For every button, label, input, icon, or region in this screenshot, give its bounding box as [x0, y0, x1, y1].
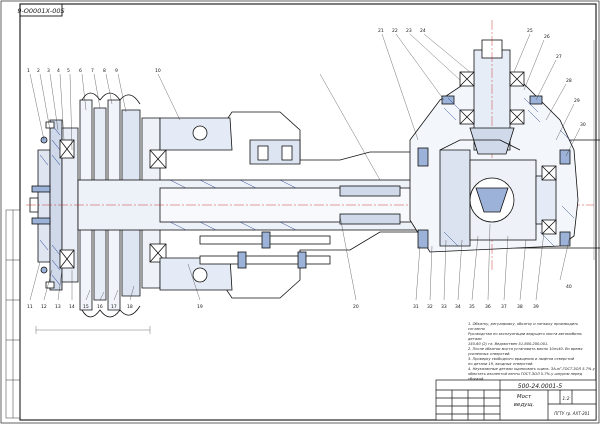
- callout-24: 24: [420, 28, 426, 34]
- callout-40: 40: [566, 284, 572, 290]
- callout-23: 23: [406, 28, 412, 34]
- callout-16: 16: [97, 304, 103, 310]
- callout-21: 21: [378, 28, 384, 34]
- callout-14: 14: [69, 304, 75, 310]
- callout-19: 19: [197, 304, 203, 310]
- callout-15: 15: [83, 304, 89, 310]
- callout-9: 9: [115, 68, 118, 74]
- callout-11: 11: [27, 304, 33, 310]
- callout-4: 4: [57, 68, 60, 74]
- callout-31: 31: [413, 304, 419, 310]
- note-line: Руководства по эксплуатации ведущего мос…: [468, 332, 583, 341]
- title-designation: 500-24.0001-5: [518, 383, 563, 390]
- callout-36: 36: [485, 304, 491, 310]
- callout-1: 1: [27, 68, 30, 74]
- title-name-1: Мост: [517, 394, 532, 400]
- callout-34: 34: [455, 304, 461, 310]
- callout-7: 7: [91, 68, 94, 74]
- callout-5: 5: [67, 68, 70, 74]
- callout-3: 3: [47, 68, 50, 74]
- title-name-2: ведущ.: [514, 402, 535, 408]
- note-line: 1. Обкатку, регулировку, обкатку и затяж…: [468, 322, 579, 331]
- callout-37: 37: [501, 304, 507, 310]
- callout-26: 26: [544, 34, 550, 40]
- callout-2: 2: [37, 68, 40, 74]
- callout-22: 22: [392, 28, 398, 34]
- callout-25: 25: [527, 28, 533, 34]
- callout-28: 28: [566, 78, 572, 84]
- callout-12: 12: [41, 304, 47, 310]
- callout-27: 27: [556, 54, 562, 60]
- note-line: обмотать изолентой ленты ГОСТ-ЗОЛ 5.7%-у…: [468, 372, 583, 381]
- callout-17: 17: [111, 304, 117, 310]
- title-scale: 1:2: [562, 396, 569, 402]
- callout-18: 18: [127, 304, 133, 310]
- title-organization: ПГТУ гр. АХТ-201: [554, 411, 590, 416]
- callout-6: 6: [79, 68, 82, 74]
- stamp-code: 9-О0001Х-00S: [17, 7, 64, 15]
- callout-13: 13: [55, 304, 61, 310]
- callout-39: 39: [533, 304, 539, 310]
- callout-32: 32: [427, 304, 433, 310]
- callout-35: 35: [469, 304, 475, 310]
- callout-8: 8: [103, 68, 106, 74]
- technical-notes: 1. Обкатку, регулировку, обкатку и затяж…: [468, 322, 596, 382]
- callout-20: 20: [353, 304, 359, 310]
- callout-10: 10: [155, 68, 161, 74]
- callout-33: 33: [441, 304, 447, 310]
- callout-38: 38: [517, 304, 523, 310]
- callout-30: 30: [580, 122, 586, 128]
- callout-29: 29: [574, 98, 580, 104]
